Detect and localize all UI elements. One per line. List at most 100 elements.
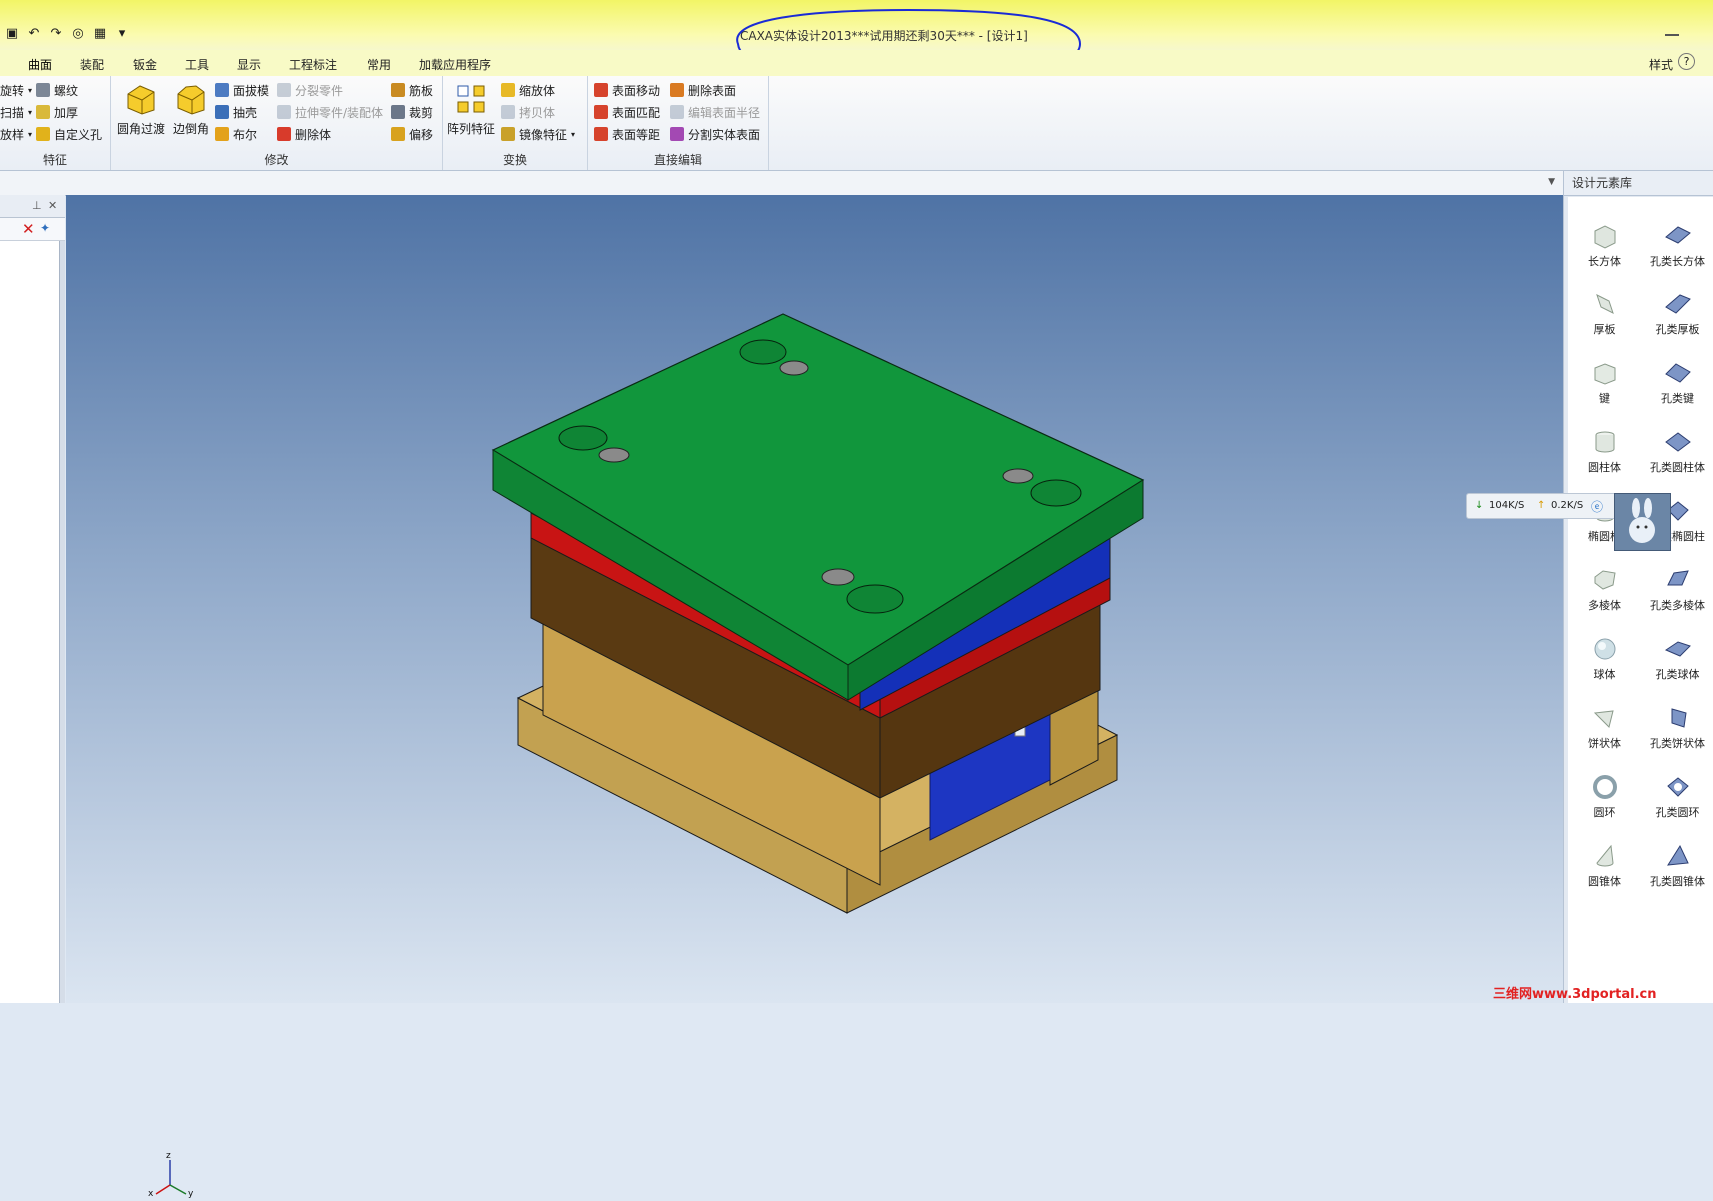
- save-icon[interactable]: ▣: [4, 26, 20, 42]
- offset-button[interactable]: 偏移: [391, 124, 433, 144]
- pattern-icon[interactable]: ▦: [92, 26, 108, 42]
- browser-icon: ⓔ: [1591, 500, 1604, 514]
- style-menu[interactable]: 样式: [1649, 56, 1673, 73]
- tab-display[interactable]: 显示: [237, 56, 261, 73]
- upload-speed: 0.2K/S: [1551, 500, 1584, 511]
- custom-hole-button[interactable]: 自定义孔: [36, 124, 102, 144]
- help-icon[interactable]: ?: [1678, 53, 1695, 70]
- prism-icon: [1594, 570, 1616, 590]
- mirror-feature-button[interactable]: 镜像特征 ▾: [501, 124, 575, 144]
- tab-assembly[interactable]: 装配: [80, 56, 104, 73]
- library-item-cylinder[interactable]: 圆柱体: [1568, 429, 1641, 475]
- close-panel-icon[interactable]: ✕: [48, 199, 57, 212]
- library-item-prism[interactable]: 多棱体: [1568, 567, 1641, 613]
- add-item-icon[interactable]: ✦: [40, 221, 50, 235]
- thicken-button[interactable]: 加厚: [36, 102, 78, 122]
- library-item-hole-cone[interactable]: 孔类圆锥体: [1641, 843, 1713, 889]
- library-item-cone[interactable]: 圆锥体: [1568, 843, 1641, 889]
- upload-arrow-icon: ↑: [1537, 500, 1546, 511]
- qat-dropdown-icon[interactable]: ▾: [114, 26, 130, 42]
- library-item-hole-torus[interactable]: 孔类圆环: [1641, 774, 1713, 820]
- mold-assembly-model: [491, 313, 1145, 914]
- pattern-feature-icon: [457, 85, 485, 113]
- thread-button[interactable]: 螺纹: [36, 80, 78, 100]
- fillet-button[interactable]: 圆角过渡: [115, 82, 167, 137]
- shell-button[interactable]: 抽壳: [215, 102, 257, 122]
- delete-face-button[interactable]: 删除表面: [670, 80, 736, 100]
- title-bar: ▣ ↶ ↷ ◎ ▦ ▾ CAXA实体设计2013***试用期还剩30天*** -…: [0, 0, 1713, 83]
- split-solid-face-button[interactable]: 分割实体表面: [670, 124, 760, 144]
- boolean-icon: [215, 127, 229, 141]
- library-item-torus[interactable]: 圆环: [1568, 774, 1641, 820]
- sphere-icon: [1594, 638, 1615, 660]
- split-part-button[interactable]: 分裂零件: [277, 80, 343, 100]
- face-draft-icon: [215, 83, 229, 97]
- library-item-hole-key[interactable]: 孔类键: [1641, 360, 1713, 406]
- face-match-icon: [594, 105, 608, 119]
- library-item-box[interactable]: 长方体: [1568, 223, 1641, 269]
- chamfer-button[interactable]: 边倒角: [165, 82, 217, 137]
- pattern-feature-button[interactable]: 阵列特征: [445, 82, 497, 137]
- pin-icon[interactable]: ⊥: [32, 199, 42, 212]
- edit-face-radius-button[interactable]: 编辑表面半径: [670, 102, 760, 122]
- undo-icon[interactable]: ↶: [26, 26, 42, 42]
- library-item-hole-box[interactable]: 孔类长方体: [1641, 223, 1713, 269]
- face-draft-button[interactable]: 面拔模: [215, 80, 269, 100]
- library-item-hole-cylinder[interactable]: 孔类圆柱体: [1641, 429, 1713, 475]
- delete-face-icon: [670, 83, 684, 97]
- library-item-sphere[interactable]: 球体: [1568, 636, 1641, 682]
- view-dropdown-icon[interactable]: ▼: [1548, 177, 1555, 187]
- rib-button[interactable]: 筋板: [391, 80, 433, 100]
- face-move-button[interactable]: 表面移动: [594, 80, 660, 100]
- trim-button[interactable]: 裁剪: [391, 102, 433, 122]
- library-item-hole-sphere[interactable]: 孔类球体: [1641, 636, 1713, 682]
- boolean-button[interactable]: 布尔: [215, 124, 257, 144]
- 3d-viewport[interactable]: z x y: [66, 195, 1563, 1199]
- tab-tools[interactable]: 工具: [185, 56, 209, 73]
- design-library-title: 设计元素库: [1564, 171, 1713, 196]
- delete-body-button[interactable]: 删除体: [277, 124, 331, 144]
- hole-torus-icon: [1666, 777, 1689, 797]
- chamfer-icon: [177, 85, 205, 115]
- download-speed: 104K/S: [1489, 500, 1525, 511]
- library-item-hole-pie[interactable]: 孔类饼状体: [1641, 705, 1713, 751]
- panel-toolbar: ✕ ✦: [0, 218, 65, 241]
- sweep-button[interactable]: 扫描 ▾: [0, 102, 32, 122]
- loft-button[interactable]: 放样 ▾: [0, 124, 32, 144]
- tab-addins[interactable]: 加载应用程序: [419, 56, 491, 73]
- hole-pie-icon: [1671, 708, 1687, 728]
- pie-icon: [1593, 710, 1614, 728]
- library-item-pie[interactable]: 饼状体: [1568, 705, 1641, 751]
- library-item-key[interactable]: 键: [1568, 360, 1641, 406]
- screw-hole: [1002, 468, 1034, 484]
- revolve-button[interactable]: 旋转 ▾: [0, 80, 32, 100]
- group-label-feature: 特征: [42, 153, 67, 167]
- delete-icon[interactable]: ✕: [22, 220, 35, 238]
- hole-sphere-icon: [1664, 641, 1691, 657]
- face-offset-button[interactable]: 表面等距: [594, 124, 660, 144]
- stretch-part-icon: [277, 105, 291, 119]
- copy-body-button[interactable]: 拷贝体: [501, 102, 555, 122]
- group-label-transform: 变换: [502, 153, 527, 167]
- tab-engineering-annotation[interactable]: 工程标注: [289, 56, 337, 73]
- library-item-plate[interactable]: 厚板: [1568, 291, 1641, 337]
- tab-common[interactable]: 常用: [367, 56, 391, 73]
- stretch-part-button[interactable]: 拉伸零件/装配体: [277, 102, 383, 122]
- library-item-hole-prism[interactable]: 孔类多棱体: [1641, 567, 1713, 613]
- rabbit-avatar-icon[interactable]: [1614, 493, 1671, 551]
- tab-sheetmetal[interactable]: 钣金: [133, 56, 157, 73]
- face-match-button[interactable]: 表面匹配: [594, 102, 660, 122]
- tab-surface[interactable]: 曲面: [28, 56, 52, 73]
- custom-hole-icon: [36, 127, 50, 141]
- design-library-grid: 长方体 孔类长方体 厚板 孔类厚板 键 孔类键 圆柱体 孔类圆柱体 椭圆柱 孔类…: [1568, 197, 1713, 1003]
- copy-body-icon: [501, 105, 515, 119]
- minimize-button[interactable]: [1665, 24, 1679, 36]
- redo-icon[interactable]: ↷: [48, 26, 64, 42]
- lamp-icon[interactable]: ◎: [70, 26, 86, 42]
- design-tree[interactable]: [0, 241, 60, 1003]
- scale-body-button[interactable]: 缩放体: [501, 80, 555, 100]
- axis-y-label: y: [188, 1189, 194, 1198]
- library-item-hole-plate[interactable]: 孔类厚板: [1641, 291, 1713, 337]
- group-modify: 圆角过渡 边倒角 面拔模 抽壳 布尔 分裂零件 拉伸零件/装配体 删除体 筋板 …: [111, 76, 443, 170]
- hole-key-icon: [1664, 363, 1691, 383]
